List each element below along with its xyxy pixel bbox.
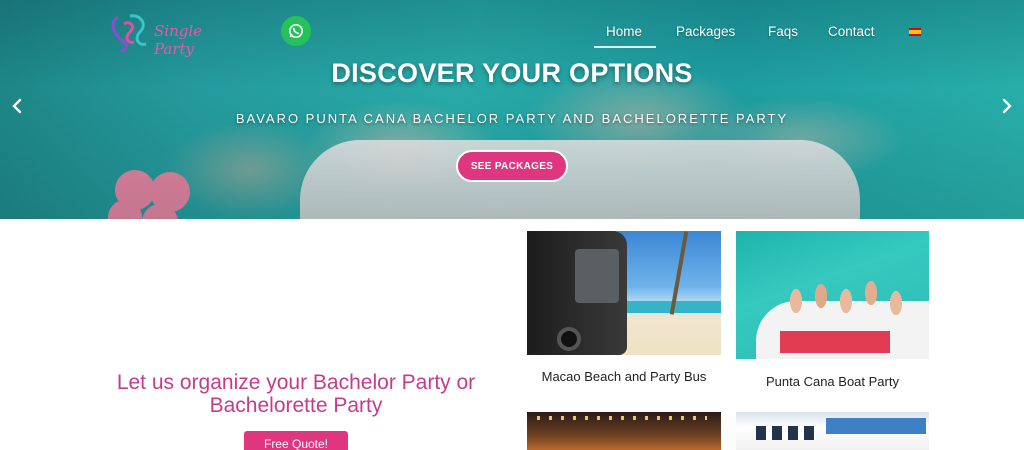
hero-slider: Single Party Home Packages Faqs Contact … — [0, 0, 1024, 219]
villa-roof — [826, 418, 926, 434]
boat-people — [776, 271, 916, 331]
nav-packages-link[interactable]: Packages — [676, 24, 735, 39]
hero-subtitle: BAVARO PUNTA CANA BACHELOR PARTY AND BAC… — [235, 111, 789, 126]
boat-party-image[interactable] — [736, 231, 929, 359]
boat-rug — [780, 331, 890, 353]
spanish-flag-icon[interactable] — [909, 28, 921, 36]
party-bus-image[interactable] — [527, 231, 721, 355]
slider-next-button[interactable] — [998, 96, 1016, 116]
chevron-left-icon — [12, 98, 22, 114]
intro-headline: Let us organize your Bachelor Party or B… — [116, 371, 476, 417]
card-title-boat-party[interactable]: Punta Cana Boat Party — [736, 375, 929, 389]
bus-wheel — [557, 327, 581, 351]
club-lights — [537, 416, 707, 420]
chevron-right-icon — [1002, 98, 1012, 114]
villa-windows — [756, 426, 816, 440]
bus-window — [575, 249, 619, 303]
nav-contact-link[interactable]: Contact — [828, 24, 875, 39]
nightclub-image[interactable] — [527, 412, 721, 450]
slider-prev-button[interactable] — [8, 96, 26, 116]
main-nav: Home Packages Faqs Contact — [0, 24, 1024, 48]
hero-title: DISCOVER YOUR OPTIONS — [331, 58, 693, 88]
see-packages-button[interactable]: SEE PACKAGES — [456, 150, 568, 182]
card-title-party-bus[interactable]: Macao Beach and Party Bus — [527, 370, 721, 384]
free-quote-button[interactable]: Free Quote! — [244, 431, 348, 450]
nav-faqs-link[interactable]: Faqs — [768, 24, 798, 39]
nav-active-underline — [594, 46, 656, 48]
villa-image[interactable] — [736, 412, 929, 450]
nav-home-link[interactable]: Home — [606, 24, 642, 39]
